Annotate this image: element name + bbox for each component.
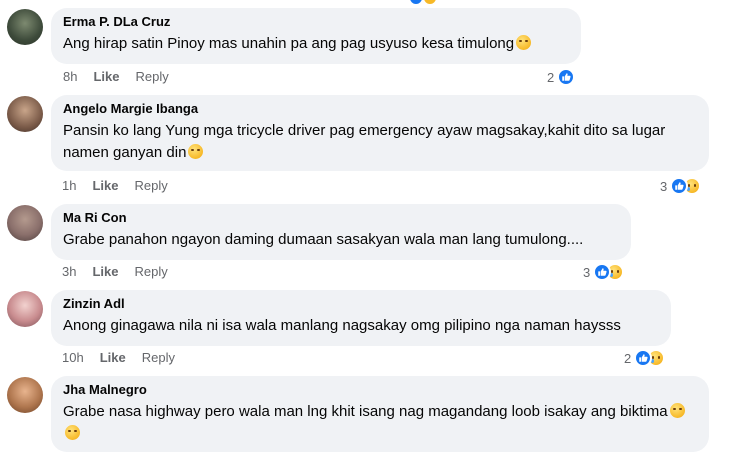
comment-text: Grabe panahon ngayon daming dumaan sasak… xyxy=(63,231,584,248)
avatar[interactable] xyxy=(7,377,43,413)
sad-face-icon xyxy=(516,35,532,50)
comment-actions: 8h Like Reply xyxy=(63,69,169,85)
like-button[interactable]: Like xyxy=(93,69,119,85)
avatar[interactable] xyxy=(7,291,43,327)
comment-bubble: Erma P. DLa Cruz Ang hirap satin Pinoy m… xyxy=(51,8,581,64)
timestamp[interactable]: 8h xyxy=(63,69,77,85)
comment-author[interactable]: Angelo Margie Ibanga xyxy=(63,101,697,117)
reaction-summary[interactable]: 2 xyxy=(547,68,576,86)
comment-text: Anong ginagawa nila ni isa wala manlang … xyxy=(63,317,621,334)
timestamp[interactable]: 1h xyxy=(62,178,76,194)
avatar[interactable] xyxy=(7,9,43,45)
like-reaction-icon xyxy=(557,68,576,86)
comment-actions: 10h Like Reply xyxy=(62,350,175,366)
timestamp[interactable]: 10h xyxy=(62,350,84,366)
reply-button[interactable]: Reply xyxy=(142,350,175,366)
cropped-reaction-icons xyxy=(410,0,438,4)
reaction-summary[interactable]: 2 xyxy=(624,349,666,367)
avatar[interactable] xyxy=(7,205,43,241)
like-button[interactable]: Like xyxy=(100,350,126,366)
comment-bubble: Angelo Margie Ibanga Pansin ko lang Yung… xyxy=(51,95,709,171)
comment-actions: 3h Like Reply xyxy=(62,264,168,280)
comment-bubble: Jha Malnegro Grabe nasa highway pero wal… xyxy=(51,376,709,452)
thumbs-up-icon xyxy=(598,268,607,276)
reaction-summary[interactable]: 3 xyxy=(583,263,625,281)
sad-icon xyxy=(424,0,436,4)
timestamp[interactable]: 3h xyxy=(62,264,76,280)
reaction-count: 3 xyxy=(583,264,591,280)
unamused-face-icon xyxy=(65,425,80,440)
relieved-face-icon xyxy=(669,403,685,418)
smirk-face-icon xyxy=(188,144,204,159)
avatar[interactable] xyxy=(7,96,43,132)
reply-button[interactable]: Reply xyxy=(135,69,168,85)
reaction-count: 3 xyxy=(660,178,668,194)
comment-actions: 1h Like Reply xyxy=(62,178,168,194)
comment-text: Pansin ko lang Yung mga tricycle driver … xyxy=(63,122,666,161)
comment-author[interactable]: Erma P. DLa Cruz xyxy=(63,14,569,30)
thumbs-up-icon xyxy=(562,73,571,81)
like-icon xyxy=(410,0,422,4)
comment-author[interactable]: Jha Malnegro xyxy=(63,382,697,398)
reaction-summary[interactable]: 3 xyxy=(660,177,702,195)
comment-text: Grabe nasa highway pero wala man lng khi… xyxy=(63,401,697,445)
reply-button[interactable]: Reply xyxy=(134,264,167,280)
comment-bubble: Zinzin Adl Anong ginagawa nila ni isa wa… xyxy=(51,290,671,346)
thumbs-up-icon xyxy=(675,182,684,190)
like-button[interactable]: Like xyxy=(92,178,118,194)
comment-author[interactable]: Zinzin Adl xyxy=(63,296,659,312)
comment-text: Ang hirap satin Pinoy mas unahin pa ang … xyxy=(63,33,569,55)
reaction-count: 2 xyxy=(547,69,555,85)
like-button[interactable]: Like xyxy=(92,264,118,280)
reply-button[interactable]: Reply xyxy=(134,178,167,194)
comment-author[interactable]: Ma Ri Con xyxy=(63,210,619,226)
reaction-count: 2 xyxy=(624,350,632,366)
thumbs-up-icon xyxy=(639,354,648,362)
comment-bubble: Ma Ri Con Grabe panahon ngayon daming du… xyxy=(51,204,631,260)
